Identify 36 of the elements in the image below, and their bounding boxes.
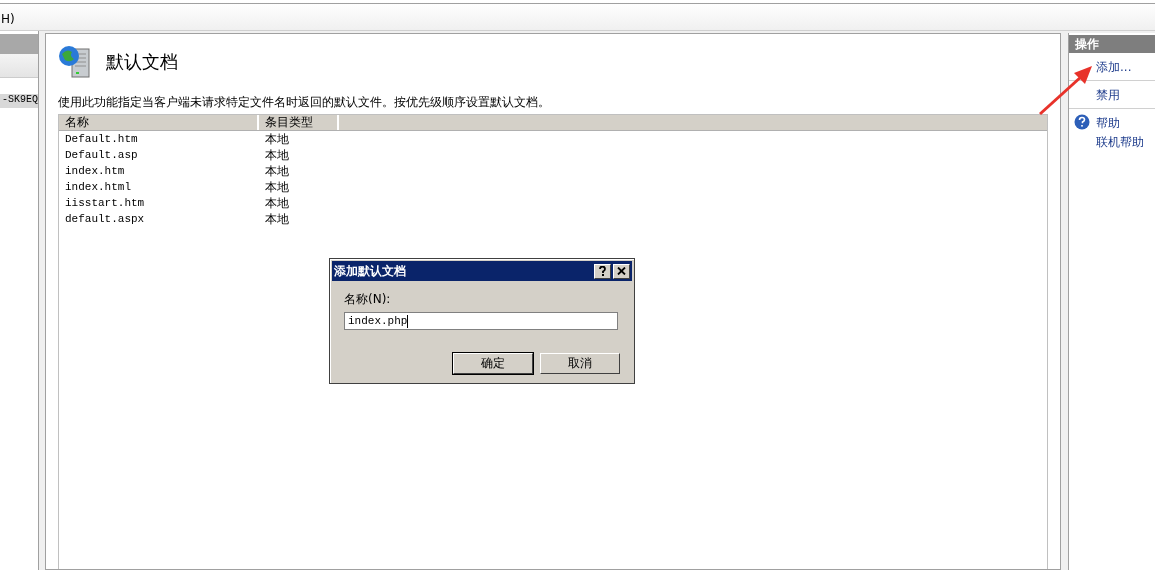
- name-field[interactable]: index.php: [344, 312, 618, 330]
- help-button[interactable]: [594, 263, 611, 279]
- cancel-button[interactable]: 取消: [540, 353, 620, 374]
- column-header[interactable]: 名称: [59, 115, 259, 130]
- action-link[interactable]: 联机帮助: [1096, 134, 1144, 151]
- dialog-title: 添加默认文档: [334, 262, 407, 280]
- annotation-arrow: [1039, 66, 1092, 116]
- pane-header: 操作: [1069, 35, 1155, 53]
- table-cell-text: 本地: [264, 146, 290, 164]
- toolbar-band: [0, 54, 38, 78]
- tree-item[interactable]: -SK9EQ: [0, 94, 38, 108]
- column-header[interactable]: 条目类型: [259, 115, 339, 130]
- table-cell-text: 本地: [264, 194, 290, 212]
- table-cell-text: 本地: [264, 130, 290, 148]
- page-title: 默认文档: [106, 50, 178, 74]
- menu-item[interactable]: H): [1, 12, 15, 26]
- action-link[interactable]: 添加...: [1096, 59, 1132, 76]
- question-icon: [599, 266, 606, 276]
- table-cell-text: Default.htm: [64, 133, 139, 145]
- ok-button[interactable]: 确定: [453, 353, 533, 374]
- table-cell-text: iisstart.htm: [64, 197, 146, 209]
- help-icon: [1074, 114, 1090, 130]
- table-cell-text: 本地: [264, 178, 290, 196]
- globe-server-icon: [58, 43, 92, 78]
- action-link[interactable]: 禁用: [1096, 87, 1120, 104]
- close-icon: [617, 267, 626, 275]
- table-cell-text: 本地: [264, 162, 290, 180]
- close-button[interactable]: [613, 263, 630, 279]
- table-cell-text: index.htm: [64, 165, 126, 177]
- field-label: 名称(N):: [344, 291, 392, 308]
- table-cell-text: index.html: [64, 181, 132, 193]
- table-cell-text: 本地: [264, 210, 290, 228]
- action-link[interactable]: 帮助: [1096, 115, 1120, 132]
- table-cell-text: Default.asp: [64, 149, 139, 161]
- table-cell-text: default.aspx: [64, 213, 146, 225]
- description: 使用此功能指定当客户端未请求特定文件名时返回的默认文件。按优先级顺序设置默认文档。: [58, 94, 551, 111]
